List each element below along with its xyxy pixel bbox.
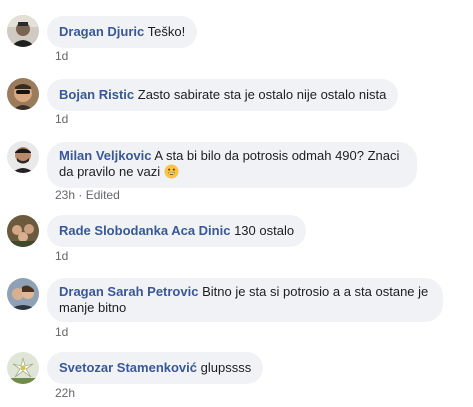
grinning-face-emoji: [164, 164, 179, 179]
comment-meta: 1d: [55, 325, 68, 339]
comment-bubble: Dragan Sarah Petrovic Bitno je sta si po…: [47, 278, 443, 322]
comment-meta: 1d: [55, 112, 68, 126]
avatar[interactable]: [7, 15, 39, 47]
comment-text: Teško!: [147, 24, 186, 39]
comment-meta: 23h · Edited: [55, 188, 120, 202]
comment-timestamp[interactable]: 23h: [55, 188, 75, 202]
edited-label[interactable]: Edited: [86, 188, 120, 202]
comment-bubble: Bojan Ristic Zasto sabirate sta je ostal…: [47, 79, 399, 111]
comment-author-link[interactable]: Dragan Sarah Petrovic: [59, 284, 198, 299]
avatar[interactable]: [7, 78, 39, 110]
comment-meta: 22h: [55, 386, 75, 400]
comment-author-link[interactable]: Svetozar Stamenković: [59, 360, 197, 375]
comment-bubble: Rade Slobodanka Aca Dinic 130 ostalo: [47, 215, 307, 247]
comment-author-link[interactable]: Rade Slobodanka Aca Dinic: [59, 223, 230, 238]
comment-timestamp[interactable]: 1d: [55, 49, 68, 63]
meta-separator: ·: [78, 188, 83, 202]
comment-bubble: Svetozar Stamenković glupssss: [47, 352, 264, 384]
comment-bubble: Dragan Djuric Teško!: [47, 16, 198, 48]
comment-author-link[interactable]: Bojan Ristic: [59, 87, 134, 102]
comment-text: glupssss: [200, 360, 252, 375]
comment-author-link[interactable]: Milan Veljkovic: [59, 148, 152, 163]
avatar[interactable]: [7, 215, 39, 247]
comment-timestamp[interactable]: 1d: [55, 325, 68, 339]
avatar[interactable]: [7, 141, 39, 173]
comment-timestamp[interactable]: 22h: [55, 386, 75, 400]
comment-bubble: Milan Veljkovic A sta bi bilo da potrosi…: [47, 142, 417, 188]
comment-meta: 1d: [55, 49, 68, 63]
comment-author-link[interactable]: Dragan Djuric: [59, 24, 144, 39]
comment-timestamp[interactable]: 1d: [55, 249, 68, 263]
comment-meta: 1d: [55, 249, 68, 263]
comment-timestamp[interactable]: 1d: [55, 112, 68, 126]
comment-text: Zasto sabirate sta je ostalo nije ostalo…: [137, 87, 387, 102]
avatar[interactable]: [7, 278, 39, 310]
avatar[interactable]: [7, 352, 39, 384]
comment-text: 130 ostalo: [234, 223, 295, 238]
